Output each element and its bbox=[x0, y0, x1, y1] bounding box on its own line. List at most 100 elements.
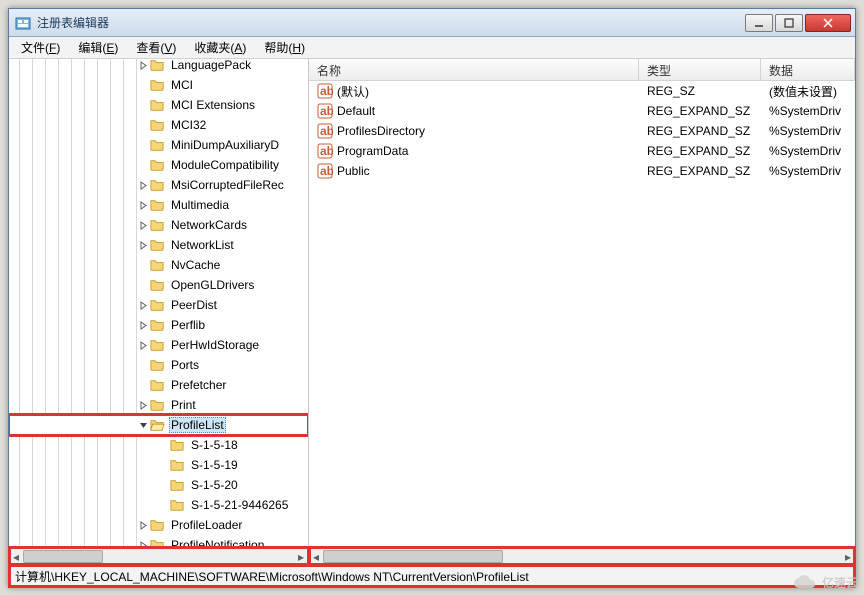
folder-icon bbox=[149, 238, 165, 252]
tree-node-mci32[interactable]: MCI32 bbox=[9, 115, 308, 135]
string-value-icon bbox=[317, 123, 333, 139]
tree-node-profilelist[interactable]: ProfileList bbox=[9, 415, 308, 435]
tree-node-modulecompatibility[interactable]: ModuleCompatibility bbox=[9, 155, 308, 175]
value-type: REG_EXPAND_SZ bbox=[639, 144, 761, 158]
list-header[interactable]: 名称 类型 数据 bbox=[309, 59, 855, 81]
folder-icon bbox=[149, 278, 165, 292]
close-button[interactable] bbox=[805, 14, 851, 32]
titlebar[interactable]: 注册表编辑器 bbox=[9, 9, 855, 37]
tree-node-multimedia[interactable]: Multimedia bbox=[9, 195, 308, 215]
expand-icon[interactable] bbox=[137, 301, 149, 310]
values-panel: 名称 类型 数据 (默认)REG_SZ(数值未设置)DefaultREG_EXP… bbox=[309, 59, 855, 547]
tree-node-label: Prefetcher bbox=[169, 378, 228, 392]
value-name: ProgramData bbox=[337, 144, 408, 158]
value-name: (默认) bbox=[337, 83, 369, 100]
expand-icon[interactable] bbox=[137, 201, 149, 210]
string-value-icon bbox=[317, 103, 333, 119]
folder-icon bbox=[149, 358, 165, 372]
tree-node-label: MCI Extensions bbox=[169, 98, 257, 112]
scrollbar-thumb[interactable] bbox=[23, 550, 103, 563]
tree-node-perflib[interactable]: Perflib bbox=[9, 315, 308, 335]
statusbar: 计算机\HKEY_LOCAL_MACHINE\SOFTWARE\Microsof… bbox=[9, 565, 855, 587]
expand-icon[interactable] bbox=[137, 341, 149, 350]
folder-icon bbox=[149, 298, 165, 312]
expand-icon[interactable] bbox=[137, 241, 149, 250]
value-type: REG_EXPAND_SZ bbox=[639, 104, 761, 118]
tree-node-msicorruptedfilerec[interactable]: MsiCorruptedFileRec bbox=[9, 175, 308, 195]
value-row[interactable]: PublicREG_EXPAND_SZ%SystemDriv bbox=[309, 161, 855, 181]
column-header-type[interactable]: 类型 bbox=[639, 59, 761, 80]
value-row[interactable]: ProfilesDirectoryREG_EXPAND_SZ%SystemDri… bbox=[309, 121, 855, 141]
expand-icon[interactable] bbox=[137, 521, 149, 530]
string-value-icon bbox=[317, 143, 333, 159]
tree-node-mci-extensions[interactable]: MCI Extensions bbox=[9, 95, 308, 115]
registry-tree[interactable]: LanguagePack MCI MCI Extensions MCI32 MiniDu… bbox=[9, 59, 308, 547]
tree-node-label: ProfileNotification bbox=[169, 538, 266, 547]
string-value-icon bbox=[317, 83, 333, 99]
tree-panel: LanguagePack MCI MCI Extensions MCI32 MiniDu… bbox=[9, 59, 309, 547]
collapse-icon[interactable] bbox=[137, 421, 149, 430]
tree-node-label: S-1-5-20 bbox=[189, 478, 240, 492]
expand-icon[interactable] bbox=[137, 221, 149, 230]
expand-icon[interactable] bbox=[137, 181, 149, 190]
menubar: 文件(F)编辑(E)查看(V)收藏夹(A)帮助(H) bbox=[9, 37, 855, 59]
tree-node-networklist[interactable]: NetworkList bbox=[9, 235, 308, 255]
tree-node-label: MiniDumpAuxiliaryD bbox=[169, 138, 281, 152]
maximize-button[interactable] bbox=[775, 14, 803, 32]
value-type: REG_SZ bbox=[639, 84, 761, 98]
expand-icon[interactable] bbox=[137, 401, 149, 410]
tree-node-label: OpenGLDrivers bbox=[169, 278, 256, 292]
value-row[interactable]: DefaultREG_EXPAND_SZ%SystemDriv bbox=[309, 101, 855, 121]
folder-icon bbox=[149, 158, 165, 172]
tree-node-print[interactable]: Print bbox=[9, 395, 308, 415]
values-list[interactable]: (默认)REG_SZ(数值未设置)DefaultREG_EXPAND_SZ%Sy… bbox=[309, 81, 855, 547]
tree-node-mci[interactable]: MCI bbox=[9, 75, 308, 95]
tree-node-label: ProfileLoader bbox=[169, 518, 244, 532]
menu-a[interactable]: 收藏夹(A) bbox=[186, 37, 254, 58]
list-h-scrollbar[interactable]: ◂▸ bbox=[309, 547, 855, 565]
tree-node-ports[interactable]: Ports bbox=[9, 355, 308, 375]
column-header-data[interactable]: 数据 bbox=[761, 59, 855, 80]
folder-icon bbox=[149, 418, 165, 432]
folder-icon bbox=[149, 398, 165, 412]
tree-node-nvcache[interactable]: NvCache bbox=[9, 255, 308, 275]
folder-icon bbox=[149, 198, 165, 212]
tree-node-s-1-5-20[interactable]: S-1-5-20 bbox=[9, 475, 308, 495]
menu-h[interactable]: 帮助(H) bbox=[256, 37, 313, 58]
tree-node-networkcards[interactable]: NetworkCards bbox=[9, 215, 308, 235]
tree-h-scrollbar[interactable]: ◂▸ bbox=[9, 547, 309, 565]
tree-node-s-1-5-19[interactable]: S-1-5-19 bbox=[9, 455, 308, 475]
menu-e[interactable]: 编辑(E) bbox=[70, 37, 126, 58]
menu-f[interactable]: 文件(F) bbox=[13, 37, 68, 58]
tree-node-minidumpauxiliaryd[interactable]: MiniDumpAuxiliaryD bbox=[9, 135, 308, 155]
app-icon bbox=[15, 15, 31, 31]
tree-node-label: MCI32 bbox=[169, 118, 208, 132]
string-value-icon bbox=[317, 163, 333, 179]
tree-node-s-1-5-21-9446265[interactable]: S-1-5-21-9446265 bbox=[9, 495, 308, 515]
tree-node-label: MCI bbox=[169, 78, 195, 92]
expand-icon[interactable] bbox=[137, 321, 149, 330]
menu-v[interactable]: 查看(V) bbox=[128, 37, 184, 58]
tree-node-label: S-1-5-18 bbox=[189, 438, 240, 452]
value-name: ProfilesDirectory bbox=[337, 124, 425, 138]
tree-node-profileloader[interactable]: ProfileLoader bbox=[9, 515, 308, 535]
value-row[interactable]: (默认)REG_SZ(数值未设置) bbox=[309, 81, 855, 101]
tree-node-perhwidstorage[interactable]: PerHwIdStorage bbox=[9, 335, 308, 355]
column-header-name[interactable]: 名称 bbox=[309, 59, 639, 80]
minimize-button[interactable] bbox=[745, 14, 773, 32]
folder-icon bbox=[169, 478, 185, 492]
value-row[interactable]: ProgramData REG_EXPAND_SZ%SystemDriv bbox=[309, 141, 855, 161]
expand-icon[interactable] bbox=[137, 61, 149, 70]
statusbar-path: 计算机\HKEY_LOCAL_MACHINE\SOFTWARE\Microsof… bbox=[15, 568, 529, 585]
tree-node-peerdist[interactable]: PeerDist bbox=[9, 295, 308, 315]
value-type: REG_EXPAND_SZ bbox=[639, 164, 761, 178]
tree-node-label: NetworkList bbox=[169, 238, 236, 252]
value-data: %SystemDriv bbox=[761, 144, 855, 158]
tree-node-profilenotification[interactable]: ProfileNotification bbox=[9, 535, 308, 547]
tree-node-s-1-5-18[interactable]: S-1-5-18 bbox=[9, 435, 308, 455]
scrollbar-thumb[interactable] bbox=[323, 550, 503, 563]
tree-node-prefetcher[interactable]: Prefetcher bbox=[9, 375, 308, 395]
tree-node-opengldrivers[interactable]: OpenGLDrivers bbox=[9, 275, 308, 295]
tree-node-languagepack[interactable]: LanguagePack bbox=[9, 59, 308, 75]
folder-icon bbox=[149, 378, 165, 392]
